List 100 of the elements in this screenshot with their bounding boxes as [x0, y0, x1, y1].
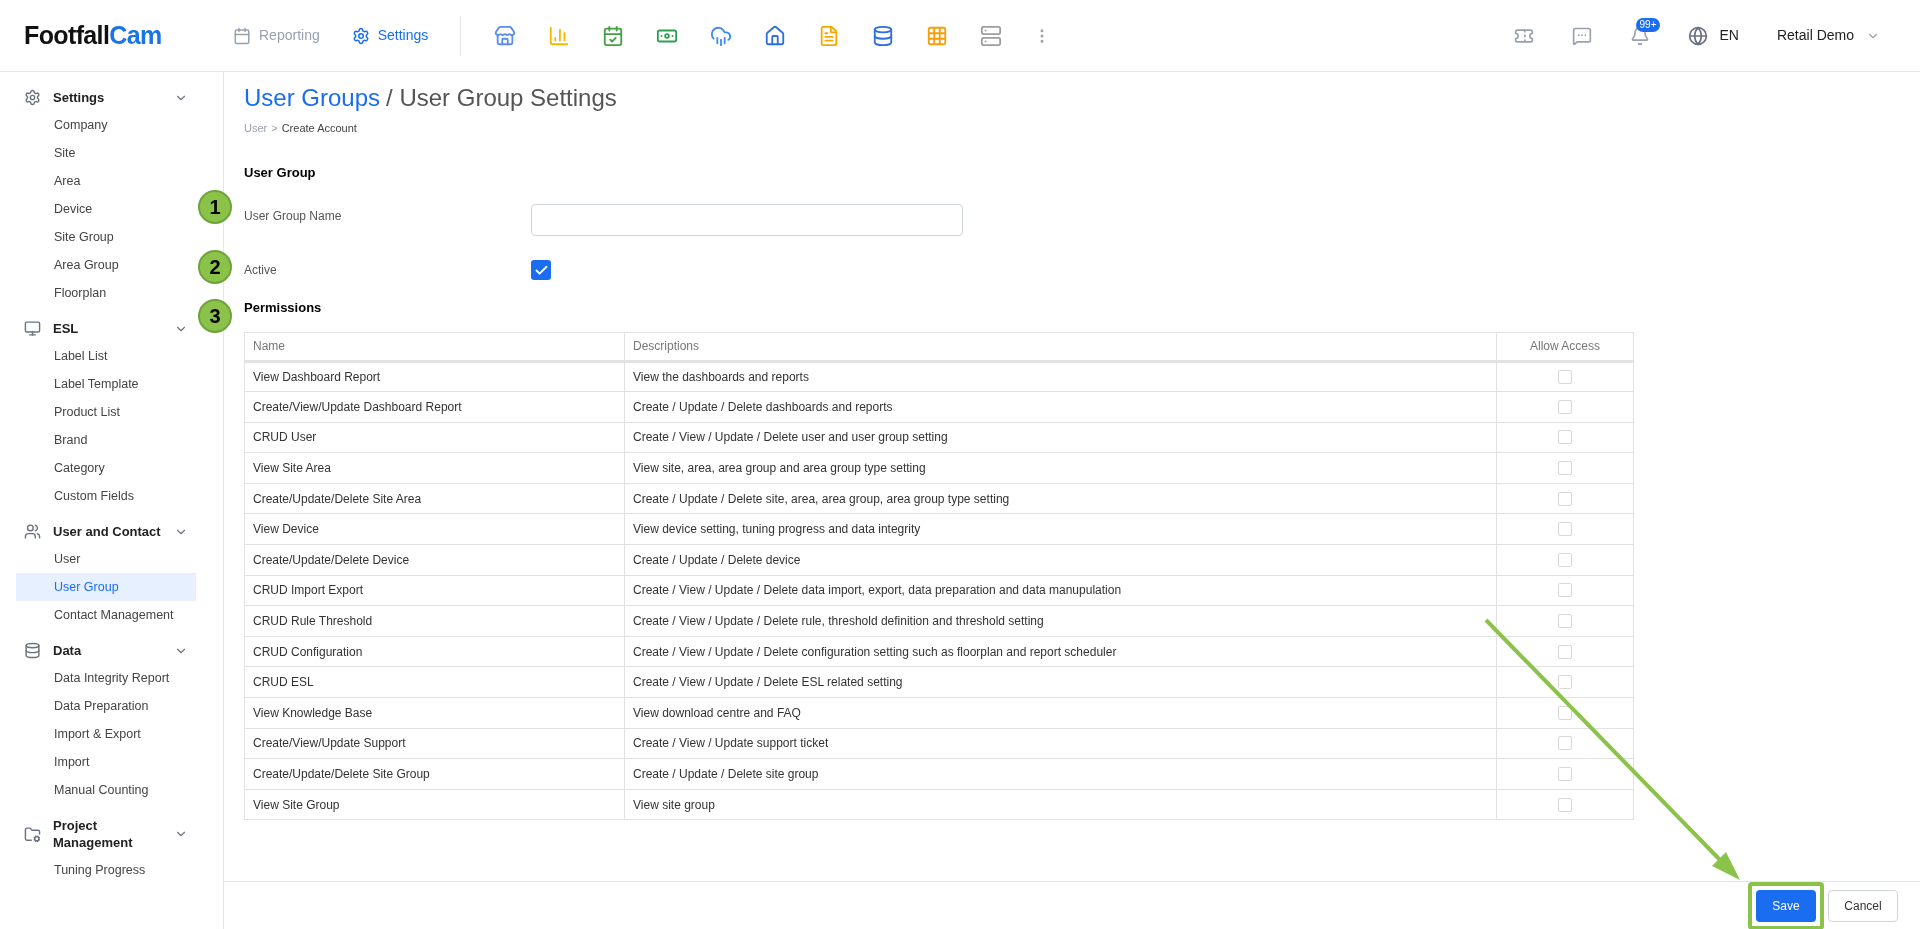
save-button[interactable]: Save — [1756, 889, 1816, 922]
table-cell: Create / View / Update support ticket — [624, 728, 1497, 759]
breadcrumb-separator: > — [271, 121, 278, 136]
globe-icon[interactable] — [1687, 25, 1708, 46]
allow-access-checkbox[interactable] — [1558, 705, 1572, 720]
table-cell: View Device — [244, 513, 625, 545]
sidebar-item[interactable]: Brand — [16, 426, 196, 454]
sidebar-item[interactable]: Area — [16, 167, 196, 195]
table-cell: Create/Update/Delete Device — [244, 544, 625, 576]
table-cell: View the dashboards and reports — [624, 361, 1497, 392]
language-label[interactable]: EN — [1719, 25, 1739, 46]
folder-icon — [24, 825, 41, 843]
allow-access-checkbox[interactable] — [1558, 767, 1572, 781]
chat-icon[interactable] — [1571, 25, 1592, 46]
table-cell: View Dashboard Report — [244, 361, 625, 392]
table-cell: View Site Area — [244, 452, 625, 484]
table-cell: CRUD Rule Threshold — [244, 605, 625, 637]
breadcrumb-current: Create Account — [281, 121, 357, 136]
allow-access-checkbox[interactable] — [1558, 399, 1572, 414]
section-heading: Permissions — [244, 299, 323, 317]
sidebar-item[interactable]: Import & Export — [16, 720, 196, 748]
account-menu[interactable]: Retail Demo — [1776, 25, 1880, 46]
sidebar-section[interactable]: ESL — [16, 315, 196, 342]
sidebar-item[interactable]: Site — [16, 139, 196, 167]
allow-access-checkbox[interactable] — [1558, 736, 1572, 751]
sidebar-item[interactable]: Tuning Progress — [16, 856, 196, 884]
table-cell: Create/View/Update Dashboard Report — [244, 391, 625, 423]
column-header: Allow Access — [1496, 332, 1634, 361]
allow-access-checkbox[interactable] — [1558, 369, 1572, 384]
table-cell: CRUD Configuration — [244, 636, 625, 667]
sidebar-item[interactable]: Data Preparation — [16, 692, 196, 720]
step-number-marker: 3 — [198, 299, 232, 333]
store-icon[interactable] — [493, 23, 518, 48]
sidebar-section[interactable]: Settings — [16, 84, 196, 111]
sidebar-item[interactable]: Product List — [16, 398, 196, 426]
server-icon[interactable] — [979, 23, 1004, 48]
calendar-icon — [233, 26, 251, 45]
nav-tab[interactable]: Settings — [351, 25, 429, 46]
settings-icon — [24, 89, 41, 106]
page-title: / User Group Settings — [386, 83, 617, 113]
field-label: User Group Name — [244, 208, 343, 225]
sidebar-item[interactable]: Area Group — [16, 251, 196, 279]
table-cell: Create / View / Update / Delete data import, export, data preparation and data manupulation — [624, 575, 1497, 606]
sidebar-item[interactable]: Label Template — [16, 370, 196, 398]
sidebar-item[interactable]: Manual Counting — [16, 776, 196, 804]
table-cell: Create / Update / Delete site, area, area group, area group type setting — [624, 483, 1497, 514]
table-cell: Create/Update/Delete Site Area — [244, 483, 625, 514]
allow-access-checkbox[interactable] — [1558, 430, 1572, 445]
table-cell: Create / View / Update / Delete rule, threshold definition and threshold setting — [624, 605, 1497, 637]
allow-access-checkbox[interactable] — [1558, 675, 1572, 690]
sidebar-item[interactable]: Floorplan — [16, 279, 196, 307]
sidebar-item[interactable]: Company — [16, 111, 196, 139]
section-heading: User Group — [244, 163, 317, 182]
column-header: Name — [244, 332, 625, 361]
allow-access-checkbox[interactable] — [1558, 583, 1572, 598]
settings-icon — [351, 26, 370, 45]
sidebar-item[interactable]: Data Integrity Report — [16, 664, 196, 692]
user-group-name-field[interactable] — [531, 204, 963, 236]
table-cell: Create/Update/Delete Site Group — [244, 758, 625, 790]
sidebar-item[interactable]: Device — [16, 195, 196, 223]
cancel-button[interactable]: Cancel — [1828, 889, 1898, 922]
table-cell: View download centre and FAQ — [624, 697, 1497, 729]
database-icon — [24, 642, 41, 659]
sidebar-item[interactable]: Import — [16, 748, 196, 776]
table-cell: CRUD ESL — [244, 666, 625, 698]
step-number-marker: 1 — [198, 190, 232, 224]
active-checkbox[interactable] — [531, 260, 551, 280]
sidebar-item[interactable]: User Group — [16, 573, 196, 601]
table-cell: View Site Group — [244, 789, 625, 820]
sidebar-item[interactable]: Site Group — [16, 223, 196, 251]
table-cell: CRUD Import Export — [244, 575, 625, 606]
monitor-icon — [24, 320, 41, 337]
allow-access-checkbox[interactable] — [1558, 522, 1572, 537]
table-cell: View site, area, area group and area group type setting — [624, 452, 1497, 484]
sidebar-item[interactable]: Category — [16, 454, 196, 482]
table-cell: View site group — [624, 789, 1497, 820]
allow-access-checkbox[interactable] — [1558, 461, 1572, 476]
step-number-marker: 2 — [198, 250, 232, 284]
logo: FootfallCam — [24, 19, 163, 51]
sidebar-section[interactable]: Data — [16, 637, 196, 664]
table-cell: Create / View / Update / Delete user and user group setting — [624, 422, 1497, 453]
title-link[interactable]: User Groups — [244, 80, 381, 116]
allow-access-checkbox[interactable] — [1558, 491, 1572, 506]
allow-access-checkbox[interactable] — [1558, 552, 1572, 567]
table-cell: View Knowledge Base — [244, 697, 625, 729]
table-cell: Create / Update / Delete dashboards and reports — [624, 391, 1497, 423]
table-cell: Create / View / Update / Delete ESL related setting — [624, 666, 1497, 698]
table-cell: Create / Update / Delete device — [624, 544, 1497, 576]
allow-access-checkbox[interactable] — [1558, 644, 1572, 659]
table-cell: Create / View / Update / Delete configuration setting such as floorplan and report scheduler — [624, 636, 1497, 667]
sidebar-item[interactable]: User — [16, 545, 196, 573]
sidebar-item[interactable]: Custom Fields — [16, 482, 196, 510]
sidebar-item[interactable]: Contact Management — [16, 601, 196, 629]
table-cell: View device setting, tuning progress and data integrity — [624, 513, 1497, 545]
allow-access-checkbox[interactable] — [1558, 797, 1572, 812]
sidebar-section[interactable]: Project Management — [16, 812, 196, 856]
sidebar-section[interactable]: User and Contact — [16, 518, 196, 545]
users-icon — [24, 523, 41, 540]
sidebar-item[interactable]: Label List — [16, 342, 196, 370]
allow-access-checkbox[interactable] — [1558, 614, 1572, 629]
